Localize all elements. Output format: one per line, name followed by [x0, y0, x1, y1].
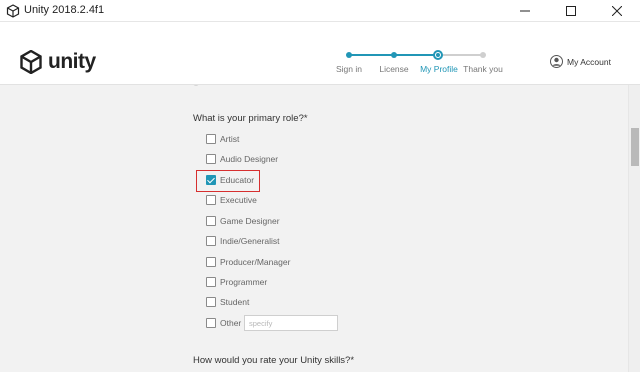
- step-dot-sign-in: [346, 52, 352, 58]
- checkbox[interactable]: [206, 216, 216, 226]
- skills-question: How would you rate your Unity skills?*: [193, 355, 355, 366]
- vertical-scrollbar[interactable]: [628, 85, 640, 372]
- checkbox[interactable]: [206, 277, 216, 287]
- unity-logo-text: unity: [48, 50, 96, 73]
- unity-logo: unity: [20, 50, 100, 74]
- step-label-thank-you: Thank you: [463, 64, 503, 74]
- close-icon: [612, 6, 622, 16]
- previous-field-remnant: [193, 85, 199, 86]
- role-option-student[interactable]: Student: [206, 296, 249, 308]
- role-option-artist[interactable]: Artist: [206, 133, 239, 145]
- step-dot-my-profile: [433, 50, 443, 60]
- header: unity Sign in License My Profile Thank y…: [0, 22, 640, 85]
- stepper-line-remaining: [439, 54, 484, 56]
- step-label-license: License: [379, 64, 409, 74]
- checkbox[interactable]: [206, 195, 216, 205]
- selection-highlight-box: [196, 170, 260, 192]
- role-question: What is your primary role?*: [193, 113, 308, 124]
- checkbox[interactable]: [206, 318, 216, 328]
- unity-logo-icon: [20, 50, 42, 74]
- step-dot-license: [391, 52, 397, 58]
- minimize-icon: [520, 10, 530, 12]
- role-option-other[interactable]: Other: [206, 317, 241, 329]
- step-label-sign-in: Sign in: [336, 64, 362, 74]
- maximize-button[interactable]: [548, 0, 594, 22]
- role-option-audio-designer[interactable]: Audio Designer: [206, 153, 278, 165]
- role-option-game-designer[interactable]: Game Designer: [206, 215, 280, 227]
- window-title: Unity 2018.2.4f1: [24, 4, 105, 16]
- checkbox[interactable]: [206, 236, 216, 246]
- step-dot-thank-you: [480, 52, 486, 58]
- role-option-label: Indie/Generalist: [220, 236, 280, 246]
- role-option-label: Executive: [220, 195, 257, 205]
- my-account-button[interactable]: My Account: [550, 55, 611, 68]
- minimize-button[interactable]: [502, 0, 548, 22]
- close-button[interactable]: [594, 0, 640, 22]
- role-option-programmer[interactable]: Programmer: [206, 276, 267, 288]
- role-option-indie-generalist[interactable]: Indie/Generalist: [206, 235, 280, 247]
- checkbox[interactable]: [206, 257, 216, 267]
- title-bar: Unity 2018.2.4f1: [0, 0, 640, 22]
- maximize-icon: [566, 6, 576, 16]
- role-option-label: Programmer: [220, 277, 268, 287]
- scrollbar-thumb[interactable]: [631, 128, 639, 166]
- my-account-label: My Account: [567, 56, 611, 67]
- role-option-label: Artist: [220, 134, 240, 144]
- other-role-specify-input[interactable]: [244, 315, 338, 331]
- profile-form: What is your primary role?* Artist Audio…: [0, 85, 628, 372]
- role-option-label: Audio Designer: [220, 154, 279, 164]
- progress-stepper: Sign in License My Profile Thank you: [322, 50, 522, 80]
- role-option-label: Other: [220, 318, 242, 328]
- account-avatar-icon: [550, 55, 563, 68]
- role-option-label: Student: [220, 297, 250, 307]
- checkbox[interactable]: [206, 134, 216, 144]
- unity-app-icon: [6, 4, 20, 18]
- role-option-producer-manager[interactable]: Producer/Manager: [206, 256, 290, 268]
- checkbox[interactable]: [206, 154, 216, 164]
- role-option-label: Producer/Manager: [220, 257, 291, 267]
- role-option-label: Game Designer: [220, 216, 280, 226]
- role-option-executive[interactable]: Executive: [206, 194, 257, 206]
- checkbox[interactable]: [206, 297, 216, 307]
- step-label-my-profile: My Profile: [420, 64, 458, 74]
